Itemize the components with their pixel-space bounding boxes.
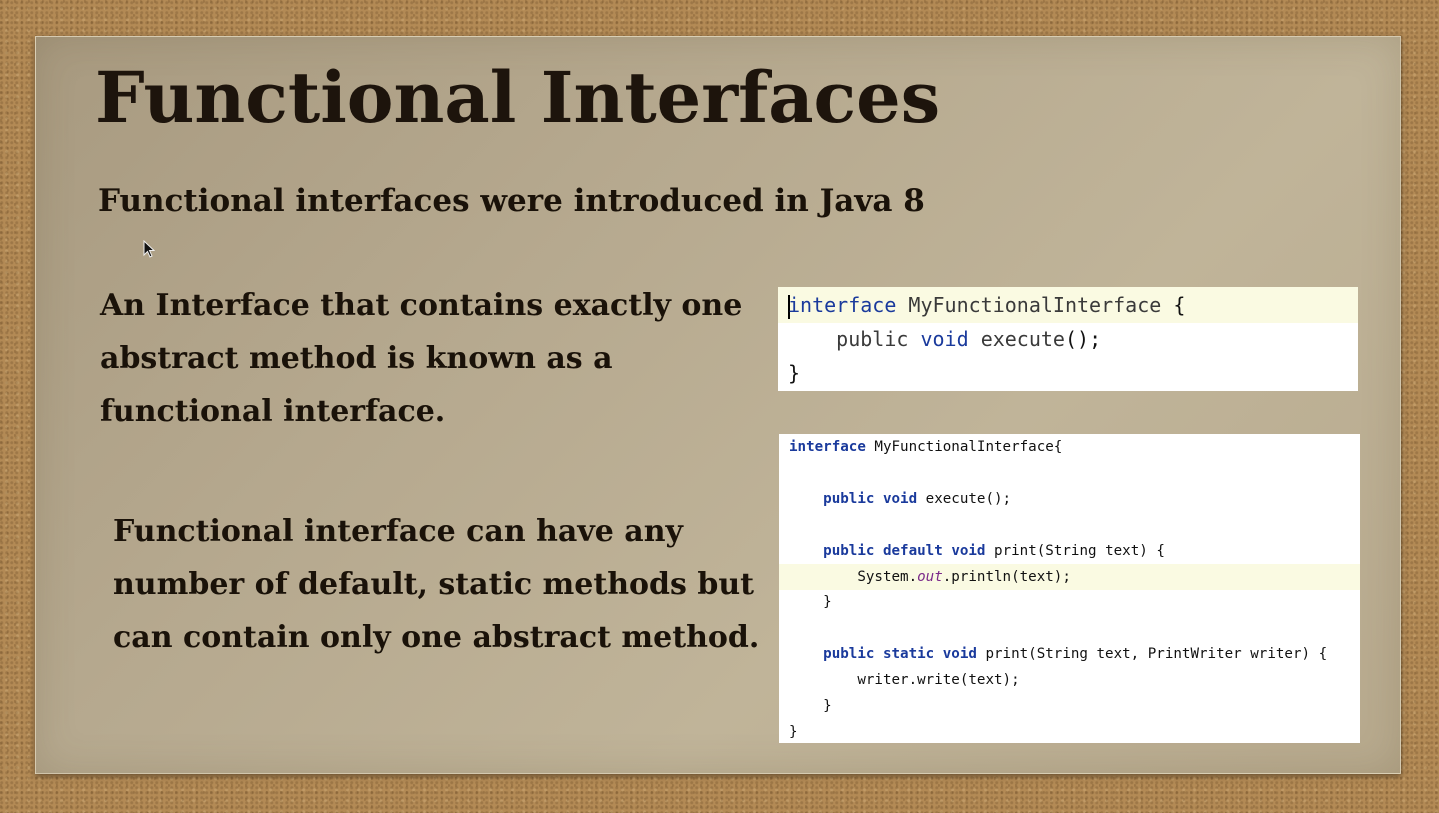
- code-token: execute();: [917, 490, 1012, 507]
- code-token: print(String text, PrintWriter writer) {: [976, 646, 1328, 663]
- code-keyword: void: [951, 542, 986, 559]
- intro-text: Functional interfaces were introduced in…: [98, 183, 925, 219]
- code-line: public default void print(String text) {: [779, 538, 1360, 564]
- code-static-field: out: [917, 568, 943, 585]
- code-keyword: void: [942, 646, 977, 663]
- code-token: .println(text);: [942, 568, 1071, 585]
- code-token: public: [836, 327, 909, 351]
- code-keyword: public: [823, 490, 875, 507]
- code-line: interface MyFunctionalInterface{: [779, 434, 1360, 460]
- code-line: System.out.println(text);: [779, 563, 1360, 590]
- code-snippet-full: interface MyFunctionalInterface{ public …: [779, 434, 1360, 743]
- code-line: }: [779, 719, 1360, 745]
- code-token: print(String text) {: [985, 542, 1165, 559]
- code-keyword: public: [823, 542, 875, 559]
- note-paragraph: Functional interface can have any number…: [113, 514, 760, 655]
- code-line: writer.write(text);: [779, 667, 1360, 693]
- code-keyword: static: [882, 646, 935, 663]
- code-token: writer.write(text);: [789, 672, 1020, 689]
- code-token: ();: [1064, 327, 1102, 351]
- code-line: }: [778, 355, 1358, 391]
- code-snippet-simple: interface MyFunctionalInterface { public…: [778, 287, 1358, 391]
- code-token: System.: [789, 568, 918, 585]
- code-identifier: MyFunctionalInterface: [908, 293, 1162, 317]
- code-keyword: interface: [789, 439, 866, 455]
- code-keyword: public: [823, 646, 875, 663]
- code-keyword: void: [920, 327, 969, 351]
- code-line: public void execute();: [779, 486, 1360, 512]
- code-keyword: interface: [788, 293, 897, 317]
- code-token: }: [788, 361, 801, 385]
- code-keyword: void: [882, 490, 918, 507]
- code-line: public void execute();: [778, 321, 1358, 357]
- code-line: }: [779, 589, 1360, 615]
- code-line: public static void print(String text, Pr…: [779, 641, 1360, 667]
- code-keyword: default: [882, 542, 943, 559]
- code-token: }: [789, 698, 832, 714]
- code-token: MyFunctionalInterface{: [865, 439, 1063, 455]
- code-identifier: execute: [980, 327, 1065, 351]
- code-token: }: [789, 594, 832, 611]
- code-token: }: [789, 723, 798, 740]
- mouse-pointer-icon: [143, 240, 155, 258]
- definition-paragraph: An Interface that contains exactly one a…: [100, 288, 743, 429]
- code-line: interface MyFunctionalInterface {: [778, 287, 1358, 323]
- code-line: }: [779, 693, 1360, 719]
- slide-title: Functional Interfaces: [95, 56, 941, 139]
- code-token: {: [1161, 293, 1186, 317]
